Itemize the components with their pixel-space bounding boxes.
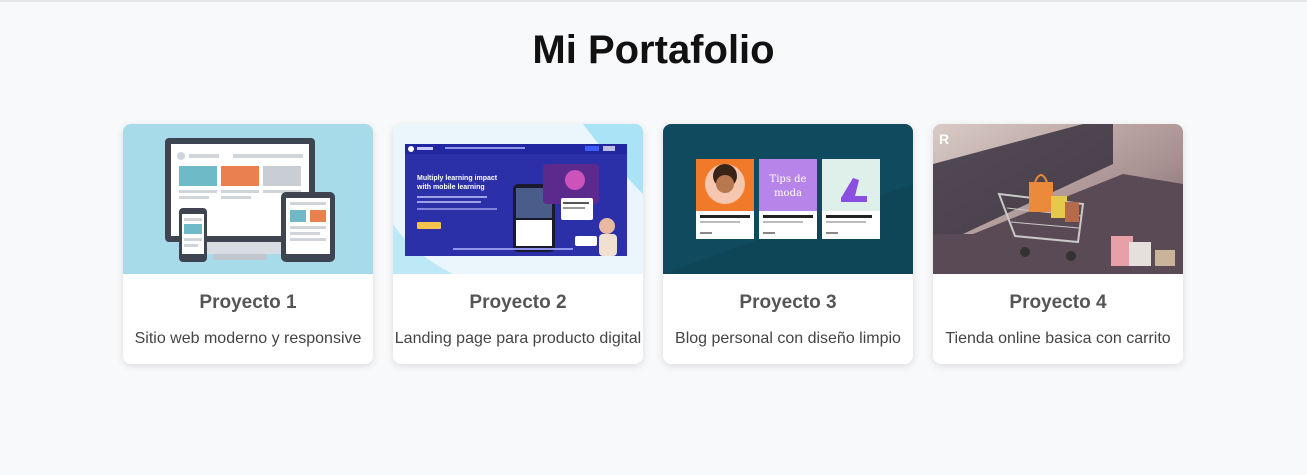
shopping-cart-icon: R (933, 124, 1183, 274)
project-title: Proyecto 3 (739, 292, 837, 313)
project-card-1[interactable]: Proyecto 1 Sitio web moderno y responsiv… (123, 124, 373, 364)
project-card-4[interactable]: R Proyecto 4 Tienda online basica con ca… (933, 124, 1183, 364)
project-title: Proyecto 4 (1009, 292, 1107, 313)
project-title: Proyecto 1 (199, 292, 297, 313)
project-title: Proyecto 2 (469, 292, 567, 313)
project-card-2[interactable]: Multiply learning impact with mobile lea… (393, 124, 643, 364)
responsive-devices-icon (123, 124, 373, 274)
project-description: Landing page para producto digital (394, 330, 642, 347)
svg-text:Multiply learning impact: Multiply learning impact (417, 175, 498, 182)
project-description: Blog personal con diseño limpio (675, 330, 901, 347)
svg-text:R: R (939, 131, 949, 147)
page-title: Mi Portafolio (532, 28, 775, 72)
svg-text:Tips de: Tips de (770, 174, 807, 185)
blog-cards-icon: Tips de moda (663, 124, 913, 274)
project-description: Tienda online basica con carrito (945, 330, 1171, 347)
svg-text:with mobile learning: with mobile learning (416, 184, 485, 191)
project-description: Sitio web moderno y responsive (134, 330, 362, 347)
landing-page-screenshot-icon: Multiply learning impact with mobile lea… (393, 124, 643, 274)
top-border (0, 0, 1307, 2)
svg-text:moda: moda (774, 188, 802, 199)
project-card-3[interactable]: Tips de moda Proyecto 3 Blog personal co… (663, 124, 913, 364)
